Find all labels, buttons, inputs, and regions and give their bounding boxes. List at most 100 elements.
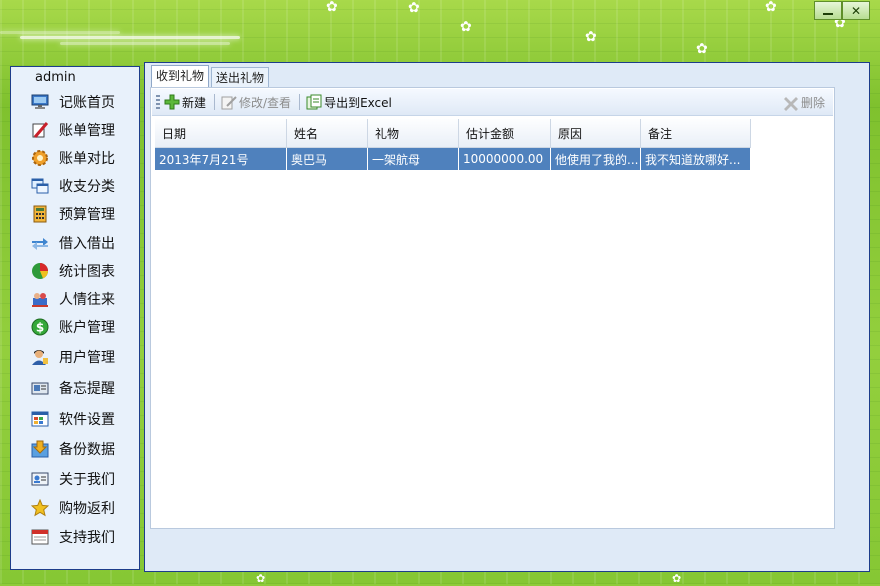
new-button[interactable]: 新建 xyxy=(164,94,206,111)
flower-icon: ✿ xyxy=(326,0,338,14)
export-icon xyxy=(306,94,322,110)
close-button[interactable]: ✕ xyxy=(842,1,870,20)
column-header-name[interactable]: 姓名 xyxy=(287,119,368,148)
username-label: admin xyxy=(35,70,76,85)
sidebar-item-backup[interactable]: 备份数据 xyxy=(31,438,135,460)
sidebar-item-label: 备忘提醒 xyxy=(59,378,115,398)
sidebar-item-compare[interactable]: 账单对比 xyxy=(31,147,135,169)
id-card-icon xyxy=(31,470,49,488)
sidebar-item-label: 人情往来 xyxy=(59,289,115,309)
gifts-table: 日期 姓名 礼物 估计金额 原因 备注 2013年7月21号 奥巴马 一架航母 … xyxy=(155,119,751,170)
minimize-icon xyxy=(823,13,833,15)
toolbar: 新建 修改/查看 导出到Excel 删除 xyxy=(152,89,833,116)
flower-icon: ✿ xyxy=(585,30,597,44)
exchange-icon xyxy=(31,234,49,252)
people-icon xyxy=(31,290,49,308)
cell-gift[interactable]: 一架航母 xyxy=(368,148,459,171)
cell-name[interactable]: 奥巴马 xyxy=(287,148,368,171)
sidebar-item-label: 购物返利 xyxy=(59,498,115,518)
sidebar-item-label: 备份数据 xyxy=(59,439,115,459)
sidebar-item-settings[interactable]: 软件设置 xyxy=(31,408,135,430)
user-icon xyxy=(31,348,49,366)
sidebar-item-budget[interactable]: 预算管理 xyxy=(31,203,135,225)
edit-view-label: 修改/查看 xyxy=(239,94,291,111)
window-controls: ✕ xyxy=(814,1,870,20)
table-row[interactable]: 2013年7月21号 奥巴马 一架航母 10000000.00 他使用了我的..… xyxy=(155,148,751,171)
cell-amount[interactable]: 10000000.00 xyxy=(459,148,551,171)
svg-text:$: $ xyxy=(36,321,44,335)
sidebar-item-about[interactable]: 关于我们 xyxy=(31,468,135,490)
sidebar-item-label: 软件设置 xyxy=(59,409,115,429)
sidebar-item-reminders[interactable]: 备忘提醒 xyxy=(31,377,135,399)
toolbar-separator xyxy=(299,94,300,110)
gear-icon xyxy=(31,149,49,167)
delete-button[interactable]: 删除 xyxy=(783,94,825,111)
settings-grid-icon xyxy=(31,410,49,428)
toolbar-separator xyxy=(214,94,215,110)
sidebar-item-support[interactable]: 支持我们 xyxy=(31,526,135,548)
flower-icon: ✿ xyxy=(408,1,420,15)
delete-label: 删除 xyxy=(801,94,825,111)
decorative-streak xyxy=(60,42,230,45)
sidebar-item-label: 收支分类 xyxy=(59,176,115,196)
backup-icon xyxy=(31,440,49,458)
sidebar-item-label: 记账首页 xyxy=(59,92,115,112)
delete-icon xyxy=(783,95,799,111)
edit-icon xyxy=(221,94,237,110)
minimize-button[interactable] xyxy=(814,1,842,20)
calculator-icon xyxy=(31,205,49,223)
sidebar-item-bills[interactable]: 账单管理 xyxy=(31,119,135,141)
sidebar-item-categories[interactable]: 收支分类 xyxy=(31,175,135,197)
decorative-streak xyxy=(0,31,120,34)
pie-chart-icon xyxy=(31,262,49,280)
sidebar-item-borrow-lend[interactable]: 借入借出 xyxy=(31,232,135,254)
column-header-gift[interactable]: 礼物 xyxy=(368,119,459,148)
tab-content: 新建 修改/查看 导出到Excel 删除 xyxy=(150,87,835,529)
sidebar-item-label: 账单管理 xyxy=(59,120,115,140)
sidebar-item-label: 支持我们 xyxy=(59,527,115,547)
tab-sent-gifts[interactable]: 送出礼物 xyxy=(211,67,269,87)
pencil-icon xyxy=(31,121,49,139)
new-button-label: 新建 xyxy=(182,94,206,111)
sidebar-item-label: 账单对比 xyxy=(59,148,115,168)
column-header-reason[interactable]: 原因 xyxy=(551,119,641,148)
export-excel-button[interactable]: 导出到Excel xyxy=(306,94,392,111)
sidebar-item-users[interactable]: 用户管理 xyxy=(31,346,135,368)
sidebar-item-label: 借入借出 xyxy=(59,233,115,253)
sidebar: admin 记账首页 账单管理 账单对比 收支分类 预算管理 借入借出 xyxy=(10,66,140,570)
sidebar-item-label: 账户管理 xyxy=(59,317,115,337)
sidebar-item-label: 关于我们 xyxy=(59,469,115,489)
column-header-note[interactable]: 备注 xyxy=(641,119,751,148)
flower-icon: ✿ xyxy=(460,20,472,34)
calendar-icon xyxy=(31,528,49,546)
sidebar-item-charts[interactable]: 统计图表 xyxy=(31,260,135,282)
sidebar-item-accounts[interactable]: $ 账户管理 xyxy=(31,316,135,338)
sidebar-item-rebates[interactable]: 购物返利 xyxy=(31,497,135,519)
monitor-icon xyxy=(31,93,49,111)
windows-icon xyxy=(31,177,49,195)
star-icon xyxy=(31,499,49,517)
column-header-amount[interactable]: 估计金额 xyxy=(459,119,551,148)
decorative-streak xyxy=(20,36,240,39)
sidebar-item-label: 预算管理 xyxy=(59,204,115,224)
sidebar-item-relations[interactable]: 人情往来 xyxy=(31,288,135,310)
cell-note[interactable]: 我不知道放哪好... xyxy=(641,148,751,171)
tab-received-gifts[interactable]: 收到礼物 xyxy=(151,65,209,87)
sidebar-item-home[interactable]: 记账首页 xyxy=(31,91,135,113)
main-panel: 收到礼物 送出礼物 新建 修改/查看 xyxy=(144,62,870,572)
flower-icon: ✿ xyxy=(765,0,777,14)
dollar-icon: $ xyxy=(31,318,49,336)
table-header-row: 日期 姓名 礼物 估计金额 原因 备注 xyxy=(155,119,751,148)
sidebar-item-label: 用户管理 xyxy=(59,347,115,367)
sidebar-item-label: 统计图表 xyxy=(59,261,115,281)
cell-date[interactable]: 2013年7月21号 xyxy=(155,148,287,171)
cell-reason[interactable]: 他使用了我的... xyxy=(551,148,641,171)
memo-icon xyxy=(31,379,49,397)
export-excel-label: 导出到Excel xyxy=(324,94,392,111)
flower-icon: ✿ xyxy=(696,42,708,56)
toolbar-grip[interactable] xyxy=(156,95,160,109)
tab-strip: 收到礼物 送出礼物 xyxy=(151,67,271,87)
edit-view-button[interactable]: 修改/查看 xyxy=(221,94,291,111)
column-header-date[interactable]: 日期 xyxy=(155,119,287,148)
plus-icon xyxy=(164,94,180,110)
